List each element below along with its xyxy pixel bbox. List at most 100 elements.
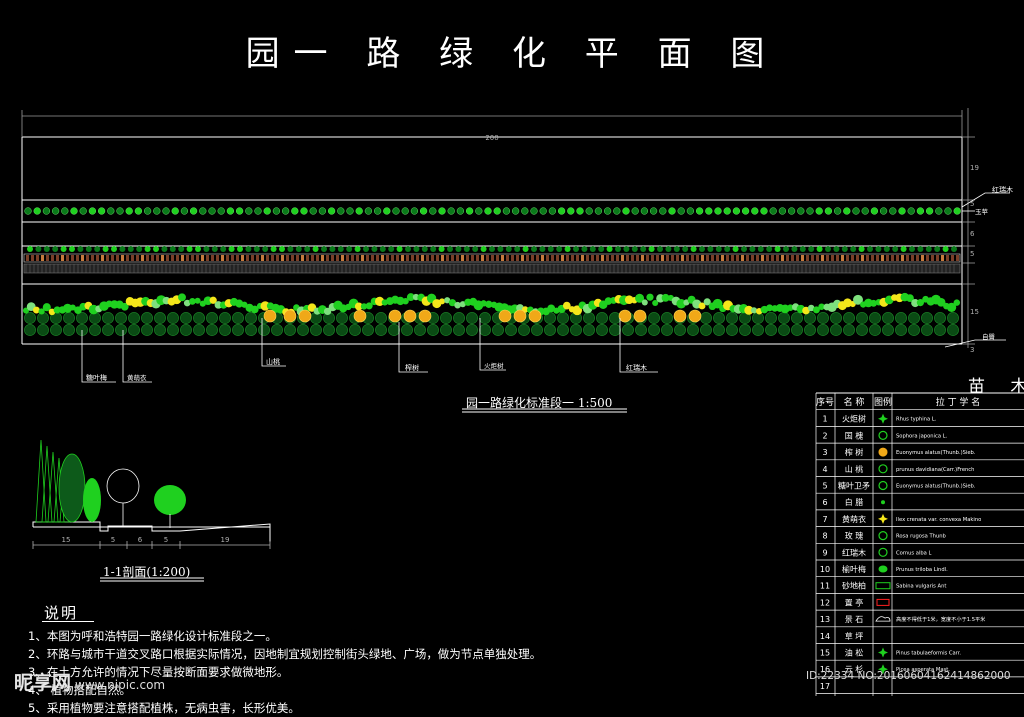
shrub-mark (421, 246, 428, 252)
paving-block (261, 255, 264, 261)
paving-block (906, 255, 909, 261)
paving-block (806, 255, 809, 261)
paving-block (711, 255, 714, 261)
shrub-mark (870, 207, 879, 215)
shrub-mark (548, 207, 557, 215)
groundcover-mark (596, 324, 608, 336)
paving-block (106, 255, 109, 261)
shrub-mark (907, 207, 915, 215)
paving-block (331, 255, 334, 261)
shrub-mark (337, 207, 345, 215)
paving-block (886, 255, 889, 261)
paving-block (911, 255, 914, 261)
shrub-mark (97, 207, 106, 215)
row-latin-name: Sophora japonica L. (896, 433, 948, 439)
shrub-mark (253, 246, 260, 252)
shrub-mark (144, 207, 152, 215)
paving-block (726, 255, 729, 261)
groundcover-mark (882, 312, 894, 324)
shrub-mark (153, 207, 161, 215)
shrub-mark (195, 246, 201, 252)
shrub-mark (852, 207, 860, 215)
shrub-mark (203, 246, 210, 252)
shrub-mark (944, 207, 952, 215)
shrub-mark (695, 207, 704, 215)
shrub-mark (916, 207, 925, 215)
shrub-mark (447, 246, 453, 252)
shrub-mark (766, 246, 773, 252)
groundcover-mark (375, 324, 387, 336)
right-label-hongruimu: 红瑞木 (992, 185, 1013, 194)
groundcover-mark (778, 312, 790, 324)
paving-block (701, 255, 704, 261)
paving-block (346, 255, 349, 261)
groundcover-mark (713, 324, 725, 336)
paving-block (566, 255, 569, 261)
design-notes: 说明 1、本图为呼和浩特园一路绿化设计标准段之一。 2、环路与城市干道交叉路口根… (28, 602, 588, 717)
paving-block (746, 255, 749, 261)
groundcover-mark (700, 324, 712, 336)
groundcover-mark (479, 312, 491, 324)
shrub-mark (279, 246, 285, 252)
paving-block (546, 255, 549, 261)
watermark-brand-name: 昵享网 (14, 672, 72, 694)
paving-block (256, 255, 259, 261)
paving-block (596, 255, 599, 261)
paving-block (856, 255, 859, 261)
shrub-mark (287, 246, 294, 252)
shrub-mark (567, 207, 575, 215)
groundcover-mark (635, 324, 647, 336)
shrub-mark (879, 207, 888, 215)
groundcover-mark (375, 312, 387, 324)
shrub-mark (194, 297, 201, 304)
shrub-mark (291, 207, 299, 215)
paving-block (556, 255, 559, 261)
shrub-mark (262, 246, 269, 252)
paving-block (111, 255, 114, 261)
shrub-mark (677, 207, 685, 215)
paving-block (926, 255, 929, 261)
callout-shantao: 山桃 (266, 357, 280, 366)
paving-block (206, 255, 209, 261)
legend-symbol-icon (878, 647, 888, 658)
tree-mark (673, 309, 687, 323)
groundcover-mark (297, 324, 309, 336)
groundcover-mark (947, 324, 959, 336)
shrub-mark (321, 246, 327, 252)
paving-block (621, 255, 624, 261)
table-row: 10 榆叶梅 Prunus triloba Lindl. (820, 564, 948, 574)
shrub-mark (843, 207, 851, 215)
paving-block (571, 255, 574, 261)
paving-block (656, 255, 659, 261)
shrub-mark (24, 207, 32, 215)
shrub-mark (514, 246, 521, 252)
shrub-mark (631, 246, 638, 252)
callout-yuyemei: 糖叶梅 (86, 373, 107, 382)
paving-block (541, 255, 544, 261)
groundcover-mark (440, 312, 452, 324)
shrub-mark (61, 207, 69, 215)
shrub-mark (33, 207, 41, 215)
groundcover-mark (921, 324, 933, 336)
shrub-mark (144, 246, 151, 252)
shrub-mark (27, 246, 33, 252)
section-dimension-3: 6 (138, 536, 143, 544)
paving-block (626, 255, 629, 261)
paving-block (611, 255, 614, 261)
paving-block (751, 255, 754, 261)
groundcover-mark (258, 324, 270, 336)
shrub-mark (454, 301, 461, 309)
shrub-mark (576, 207, 584, 215)
right-label-zitun: 自臀 (982, 332, 996, 341)
groundcover-mark (154, 324, 166, 336)
row-name: 榆叶梅 (842, 564, 866, 574)
paving-block (941, 255, 944, 261)
shrub-mark (134, 207, 143, 215)
paving-block (521, 255, 524, 261)
shrub-mark (282, 207, 290, 215)
shrub-mark (171, 207, 179, 215)
paving-block (116, 255, 119, 261)
plant-table-title: 苗 木 (968, 377, 1024, 397)
paving-block (271, 255, 274, 261)
groundcover-mark (830, 324, 842, 336)
